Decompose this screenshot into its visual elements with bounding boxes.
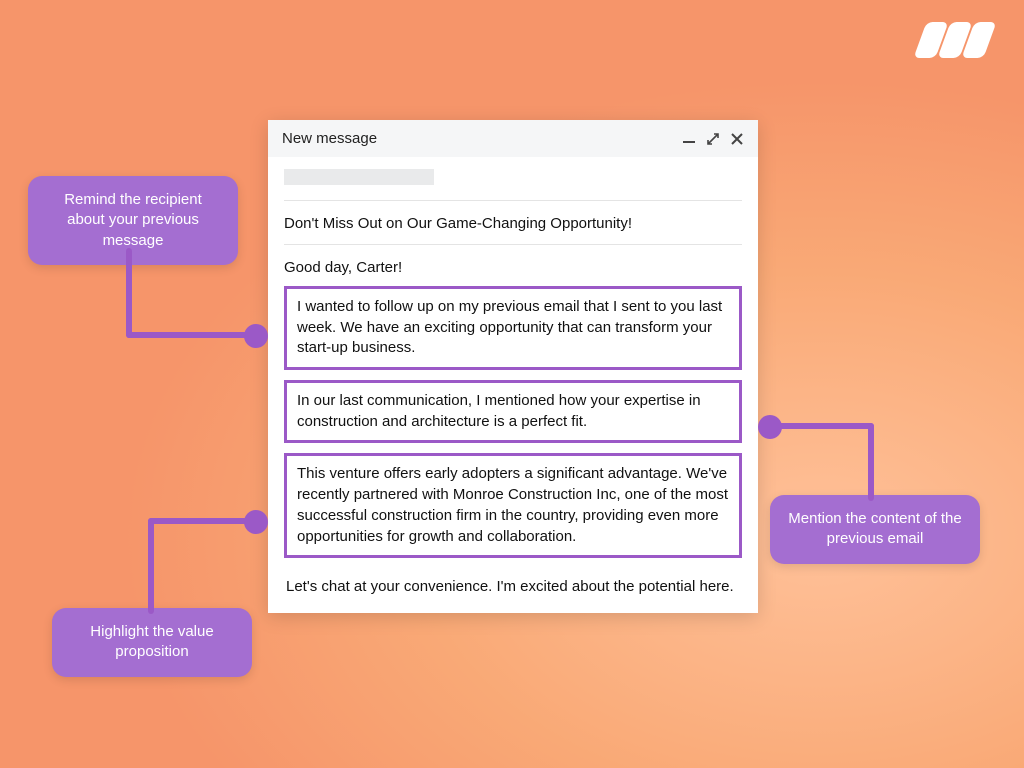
connector-dot <box>244 324 268 348</box>
connector-dot <box>244 510 268 534</box>
callout-value-proposition: Highlight the value proposition <box>52 608 252 677</box>
connector-line <box>770 423 874 429</box>
recipient-row[interactable] <box>284 157 742 201</box>
highlight-box-1: I wanted to follow up on my previous ema… <box>284 286 742 370</box>
highlight-box-3: This venture offers early adopters a sig… <box>284 453 742 558</box>
brand-logo <box>920 22 990 58</box>
connector-dot <box>758 415 782 439</box>
compose-controls <box>682 132 744 146</box>
compose-body: Don't Miss Out on Our Game-Changing Oppo… <box>268 157 758 613</box>
highlight-box-2: In our last communication, I mentioned h… <box>284 380 742 443</box>
compose-title: New message <box>282 130 682 147</box>
connector-line <box>126 248 132 338</box>
close-icon[interactable] <box>730 132 744 146</box>
connector-line <box>868 423 874 501</box>
callout-mention-content: Mention the content of the previous emai… <box>770 495 980 564</box>
compose-header: New message <box>268 120 758 157</box>
expand-icon[interactable] <box>706 132 720 146</box>
recipient-chip <box>284 169 434 185</box>
connector-line <box>126 332 258 338</box>
connector-line <box>148 518 154 614</box>
subject-row[interactable]: Don't Miss Out on Our Game-Changing Oppo… <box>284 201 742 245</box>
closing-text: Let's chat at your convenience. I'm exci… <box>284 568 742 597</box>
callout-remind-recipient: Remind the recipient about your previous… <box>28 176 238 265</box>
compose-window: New message Don't Miss Out on Our Game-C… <box>268 120 758 613</box>
connector-line <box>148 518 256 524</box>
greeting-text: Good day, Carter! <box>284 245 742 286</box>
minimize-icon[interactable] <box>682 132 696 146</box>
